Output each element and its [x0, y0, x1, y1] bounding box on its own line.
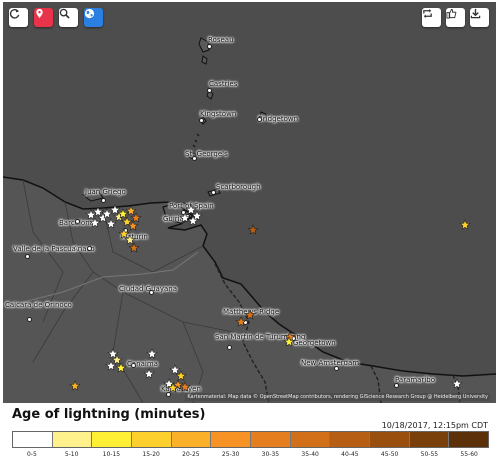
lightning-strike-marker [244, 309, 256, 320]
lightning-strike-marker [179, 212, 191, 223]
legend-bin-label: 55-60 [460, 451, 478, 458]
legend-swatch [330, 432, 371, 447]
lightning-strike-marker [169, 364, 181, 375]
legend-swatch [449, 432, 489, 447]
legend-bin-label: 25-30 [221, 451, 240, 458]
legend-swatch [92, 432, 133, 447]
lightning-strike-marker [459, 219, 471, 230]
legend-bin-label: 35-40 [301, 451, 319, 458]
legend-title: Age of lightning (minutes) [12, 407, 206, 422]
legend-color-bar [12, 431, 489, 448]
legend-bin-label: 0-5 [26, 451, 37, 458]
lightning-strike-marker [118, 228, 130, 239]
legend-swatch [370, 432, 410, 447]
legend-bin-label: 15-20 [142, 451, 160, 458]
map-attribution: Kartenmaterial: Map data © OpenStreetMap… [185, 393, 490, 401]
lightning-strike-marker [89, 217, 101, 228]
globe-button[interactable] [84, 8, 103, 27]
legend-bin-label: 30-35 [261, 451, 280, 458]
legend-swatch [211, 432, 252, 447]
legend-swatch [132, 432, 172, 447]
lightning-strike-marker [185, 204, 197, 215]
legend-bin-label: 5-10 [64, 451, 79, 458]
refresh-button[interactable] [9, 8, 28, 27]
location-pin-button[interactable] [34, 8, 53, 27]
lightning-strike-marker [128, 242, 140, 253]
lightning-strike-marker [115, 362, 127, 373]
legend-bin-label: 10-15 [102, 451, 121, 458]
legend-swatch [52, 432, 93, 447]
legend-bin-label: 40-45 [341, 451, 359, 458]
legend-timestamp: 10/18/2017, 12:15pm CDT [381, 421, 488, 430]
lightning-strike-marker [143, 368, 155, 379]
lightning-strike-marker [235, 316, 247, 327]
lightning-strike-marker [451, 378, 463, 389]
download-button[interactable] [470, 8, 489, 27]
thumbs-up-button[interactable] [446, 8, 465, 27]
repeat-button[interactable] [422, 8, 441, 27]
legend-swatch [290, 432, 331, 447]
lightning-strike-marker [125, 205, 137, 216]
legend-swatch [13, 432, 53, 447]
lightning-strike-marker [146, 348, 158, 359]
legend-swatch [171, 432, 212, 447]
legend-labels: 0-5 5-10 10-15 15-20 20-25 25-30 30-35 35-40 40-… [12, 451, 489, 458]
lightning-strike-marker [105, 218, 117, 229]
legend-swatch [251, 432, 291, 447]
lightning-strike-marker [69, 380, 81, 391]
lightning-map[interactable]: Roseau Castries Kingstown Bridgetown St. Geo… [3, 2, 496, 403]
zoom-button[interactable] [59, 8, 78, 27]
legend-bin-label: 20-25 [182, 451, 200, 458]
legend-bin-label: 50-55 [420, 451, 439, 458]
legend-swatch [409, 432, 450, 447]
legend-bin-label: 45-50 [380, 451, 399, 458]
lightning-strike-marker [247, 224, 259, 235]
